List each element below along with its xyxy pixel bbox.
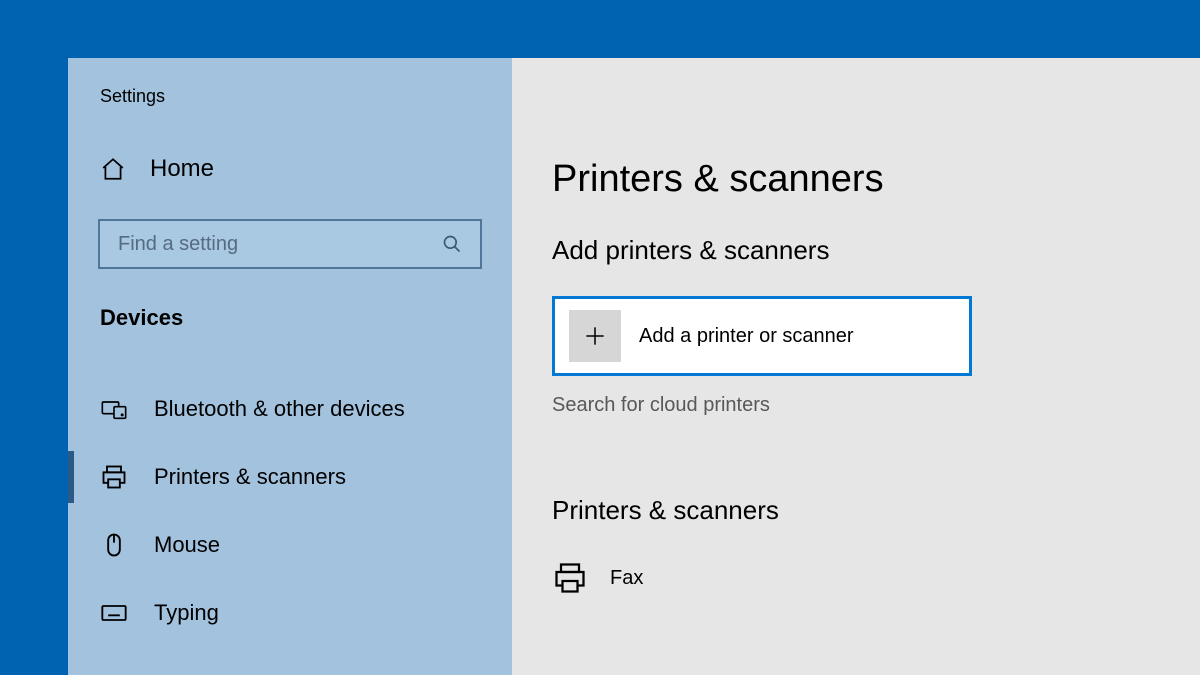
device-item-label: Fax xyxy=(610,567,643,590)
home-label: Home xyxy=(150,155,214,183)
sidebar-item-mouse[interactable]: Mouse xyxy=(68,511,512,579)
home-icon xyxy=(100,156,126,182)
add-printer-button[interactable]: Add a printer or scanner xyxy=(552,296,972,376)
bluetooth-devices-icon xyxy=(100,395,128,423)
device-item-fax[interactable]: Fax xyxy=(552,548,1200,608)
page-title: Printers & scanners xyxy=(552,158,1200,201)
settings-window: Settings Home Devices xyxy=(68,58,1200,675)
sidebar-item-label: Mouse xyxy=(154,532,220,558)
device-list: Fax xyxy=(552,548,1200,608)
sidebar-item-label: Printers & scanners xyxy=(154,464,346,490)
search-icon xyxy=(442,234,462,254)
app-title: Settings xyxy=(68,58,512,107)
content-pane: Printers & scanners Add printers & scann… xyxy=(512,58,1200,675)
search-container xyxy=(68,183,512,269)
sidebar-item-label: Typing xyxy=(154,600,219,626)
plus-tile xyxy=(569,310,621,362)
keyboard-icon xyxy=(100,599,128,627)
add-printer-label: Add a printer or scanner xyxy=(639,325,854,348)
search-cloud-printers-link[interactable]: Search for cloud printers xyxy=(552,394,1200,417)
list-section-title: Printers & scanners xyxy=(552,495,1200,526)
search-input[interactable] xyxy=(118,233,442,256)
printer-icon xyxy=(552,560,588,596)
mouse-icon xyxy=(100,531,128,559)
search-box[interactable] xyxy=(98,219,482,269)
sidebar: Settings Home Devices xyxy=(68,58,512,675)
sidebar-nav: Bluetooth & other devices Printers & sca… xyxy=(68,375,512,647)
sidebar-item-printers[interactable]: Printers & scanners xyxy=(68,443,512,511)
sidebar-item-label: Bluetooth & other devices xyxy=(154,396,405,422)
sidebar-item-typing[interactable]: Typing xyxy=(68,579,512,647)
home-nav[interactable]: Home xyxy=(68,107,512,183)
printer-icon xyxy=(100,463,128,491)
add-section-title: Add printers & scanners xyxy=(552,235,1200,266)
category-header: Devices xyxy=(68,269,512,331)
sidebar-item-bluetooth[interactable]: Bluetooth & other devices xyxy=(68,375,512,443)
plus-icon xyxy=(582,323,608,349)
